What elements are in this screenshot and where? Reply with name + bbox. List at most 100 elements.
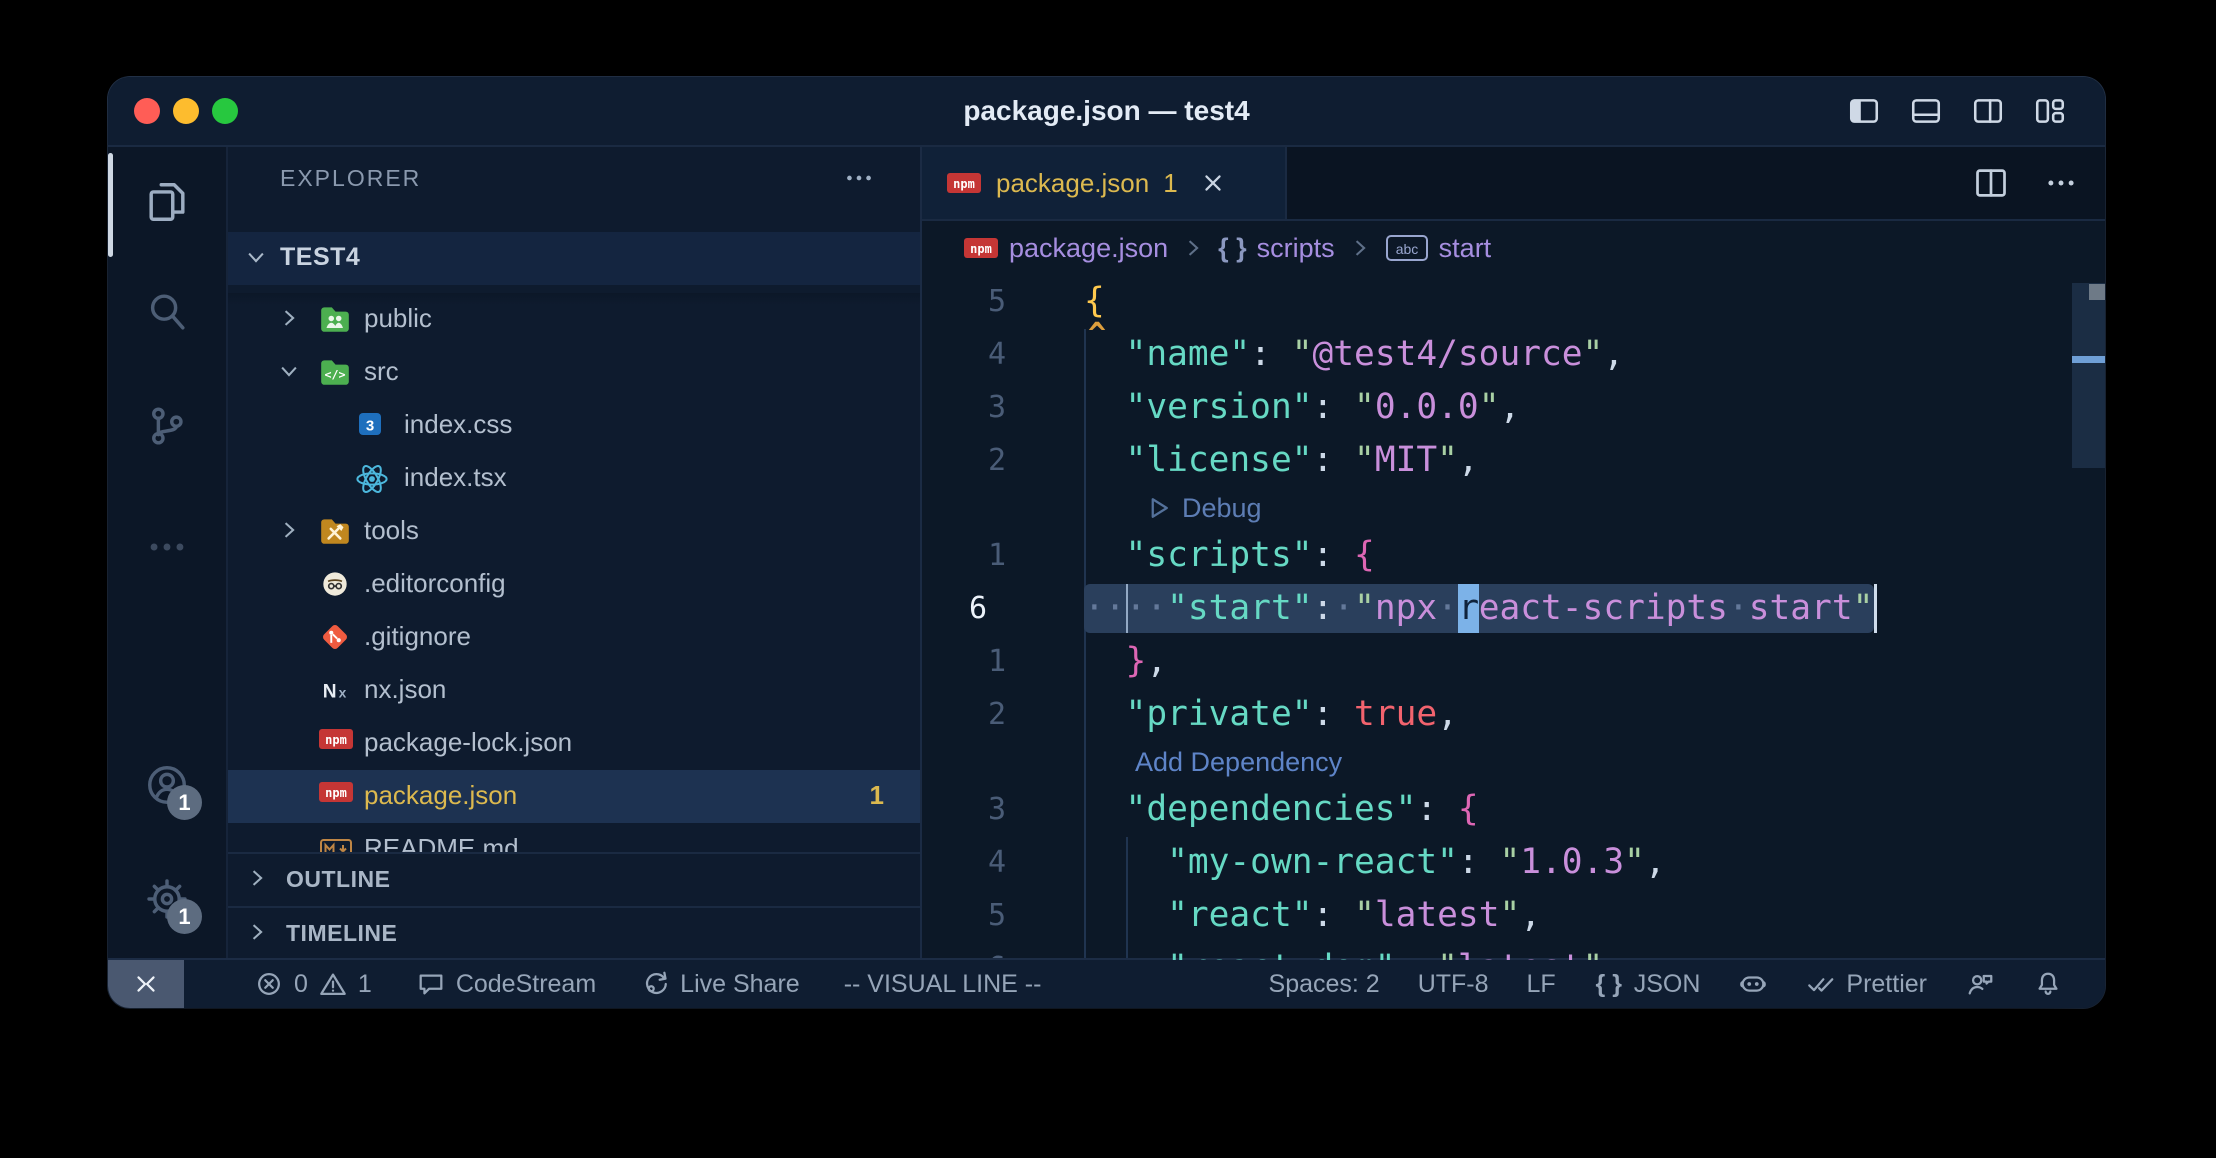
tree-item-package-lock-json[interactable]: npm package-lock.json (228, 717, 920, 770)
feedback-icon (1965, 969, 1995, 999)
braces-icon: { } (1218, 233, 1247, 264)
activity-explorer[interactable] (144, 179, 190, 225)
status-eol[interactable]: LF (1527, 970, 1556, 999)
tree-item--editorconfig[interactable]: .editorconfig (228, 558, 920, 611)
code-line[interactable]: 1 "scripts": { (922, 529, 2105, 582)
activity-search[interactable] (144, 289, 190, 335)
tab-problem-badge: 1 (1163, 168, 1177, 199)
tree-item-index-css[interactable]: 3index.css (228, 399, 920, 452)
codelens-debug[interactable]: Debug (1144, 487, 1262, 529)
active-view-indicator (108, 153, 113, 257)
sidebar-section-outline[interactable]: OUTLINE (228, 852, 920, 906)
svg-text:x: x (339, 684, 347, 700)
line-number: 2 (922, 688, 1006, 741)
git-icon (318, 620, 352, 654)
line-number: 3 (922, 783, 1006, 836)
status-text: UTF-8 (1418, 970, 1489, 999)
editorconfig-icon (318, 567, 352, 601)
breadcrumb-item-start[interactable]: abcstart (1385, 233, 1492, 264)
code-text: "version": "0.0.0", (1084, 381, 1520, 434)
codelens-row[interactable]: Debug (922, 487, 2105, 529)
toggle-panel-button[interactable] (1909, 94, 1943, 128)
activity-accounts[interactable]: 1 (144, 762, 190, 808)
status-encoding[interactable]: UTF-8 (1418, 970, 1489, 999)
section-label: OUTLINE (286, 866, 390, 893)
status-text: -- VISUAL LINE -- (844, 970, 1042, 999)
status-notifications[interactable] (2033, 969, 2063, 999)
explorer-sidebar: EXPLORER TEST4 public</>src3index.cssind… (228, 147, 922, 960)
code-text: "react": "latest", (1084, 889, 1541, 942)
tree-item-public[interactable]: public (228, 293, 920, 346)
activity-more[interactable] (144, 524, 190, 570)
vim-mark: ^ (1088, 317, 1106, 352)
codelens-add-dependency[interactable]: Add Dependency (1135, 741, 1342, 783)
tab-package-json[interactable]: npm package.json 1 (922, 147, 1287, 219)
line-number: 5 (922, 889, 1006, 942)
status-language-mode[interactable]: { }JSON (1594, 969, 1701, 999)
braces-icon: { } (1594, 969, 1624, 999)
sidebar-section-timeline[interactable]: TIMELINE (228, 906, 920, 960)
code-line[interactable]: 6····"start":·"npx·react-scripts·start"r (922, 582, 2105, 635)
activity-settings[interactable]: 1 (144, 876, 190, 922)
customize-layout-button[interactable] (2033, 94, 2067, 128)
tab-bar: npm package.json 1 (922, 147, 2105, 221)
code-line[interactable]: 3 "version": "0.0.0", (922, 381, 2105, 434)
chevron-right-icon (246, 921, 268, 943)
status-problems[interactable]: 01 (254, 969, 372, 999)
status-vim-mode[interactable]: -- VISUAL LINE -- (844, 970, 1042, 999)
status-live-share[interactable]: Live Share (640, 969, 800, 999)
chevron-down-icon (245, 246, 267, 268)
codelens-label: Add Dependency (1135, 741, 1342, 783)
line-number: 6 (922, 582, 1053, 635)
remote-icon (131, 969, 161, 999)
activity-bar: 11 (108, 147, 228, 960)
activity-badge: 1 (167, 785, 202, 820)
comment-icon (416, 969, 446, 999)
tree-item-label: package-lock.json (364, 727, 572, 758)
editor-group: npm package.json 1 npmpackage.json { }scr… (922, 147, 2105, 960)
line-number: 4 (922, 836, 1006, 889)
tree-item-src[interactable]: </>src (228, 346, 920, 399)
breadcrumb-label: package.json (1009, 233, 1168, 264)
status-feedback[interactable] (1965, 969, 1995, 999)
status-left: 01 CodeStream Live Share -- VISUAL LINE -- (108, 960, 1041, 1008)
tree-item--gitignore[interactable]: .gitignore (228, 611, 920, 664)
npm-icon: npm (318, 779, 352, 813)
breadcrumb-item-scripts[interactable]: { }scripts (1218, 233, 1335, 264)
status-codestream[interactable]: CodeStream (416, 969, 596, 999)
code-line[interactable]: 5 "react": "latest", (922, 889, 2105, 942)
more-actions-button[interactable] (2043, 165, 2079, 201)
code-line[interactable]: 4 "my-own-react": "1.0.3", (922, 836, 2105, 889)
code-line[interactable]: 3 "dependencies": { (922, 783, 2105, 836)
vscode-window: package.json — test4 11 EXPLORER TEST4 p… (108, 77, 2105, 1008)
tree-item-package-json[interactable]: npmpackage.json1 (228, 770, 920, 823)
toggle-primary-sidebar-button[interactable] (1847, 94, 1881, 128)
svg-text:npm: npm (325, 733, 347, 747)
activity-source-control[interactable] (144, 403, 190, 449)
layout-panel-icon (1909, 94, 1943, 128)
source-control-icon (144, 403, 190, 449)
files-icon (144, 179, 190, 225)
toggle-secondary-sidebar-button[interactable] (1971, 94, 2005, 128)
tree-item-index-tsx[interactable]: index.tsx (228, 452, 920, 505)
codelens-row[interactable]: Add Dependency (922, 741, 2105, 783)
code-area[interactable]: 5{4 "name": "@test4/source",3 "version":… (922, 275, 2105, 960)
scrollbar-slider[interactable] (2072, 283, 2105, 468)
code-line[interactable]: 2 "license": "MIT", (922, 434, 2105, 487)
sidebar-more-icon[interactable] (842, 161, 876, 195)
close-tab-icon[interactable] (1198, 168, 1228, 198)
status-copilot[interactable] (1738, 969, 1768, 999)
status-indentation[interactable]: Spaces: 2 (1269, 970, 1380, 999)
tree-item-nx-json[interactable]: Nxnx.json (228, 664, 920, 717)
status-remote[interactable] (108, 960, 184, 1008)
copilot-icon (1738, 969, 1768, 999)
tree-root-row[interactable]: TEST4 (228, 232, 920, 285)
breadcrumb-item-package-json[interactable]: npmpackage.json (963, 233, 1168, 264)
tree-item-label: .editorconfig (364, 568, 506, 599)
code-line[interactable]: 1 }, (922, 635, 2105, 688)
code-text: "react-dom": "latest", (1084, 942, 1624, 960)
status-prettier[interactable]: Prettier (1806, 969, 1927, 999)
tree-item-tools[interactable]: tools (228, 505, 920, 558)
split-editor-button[interactable] (1973, 165, 2009, 201)
code-line[interactable]: 2 "private": true, (922, 688, 2105, 741)
